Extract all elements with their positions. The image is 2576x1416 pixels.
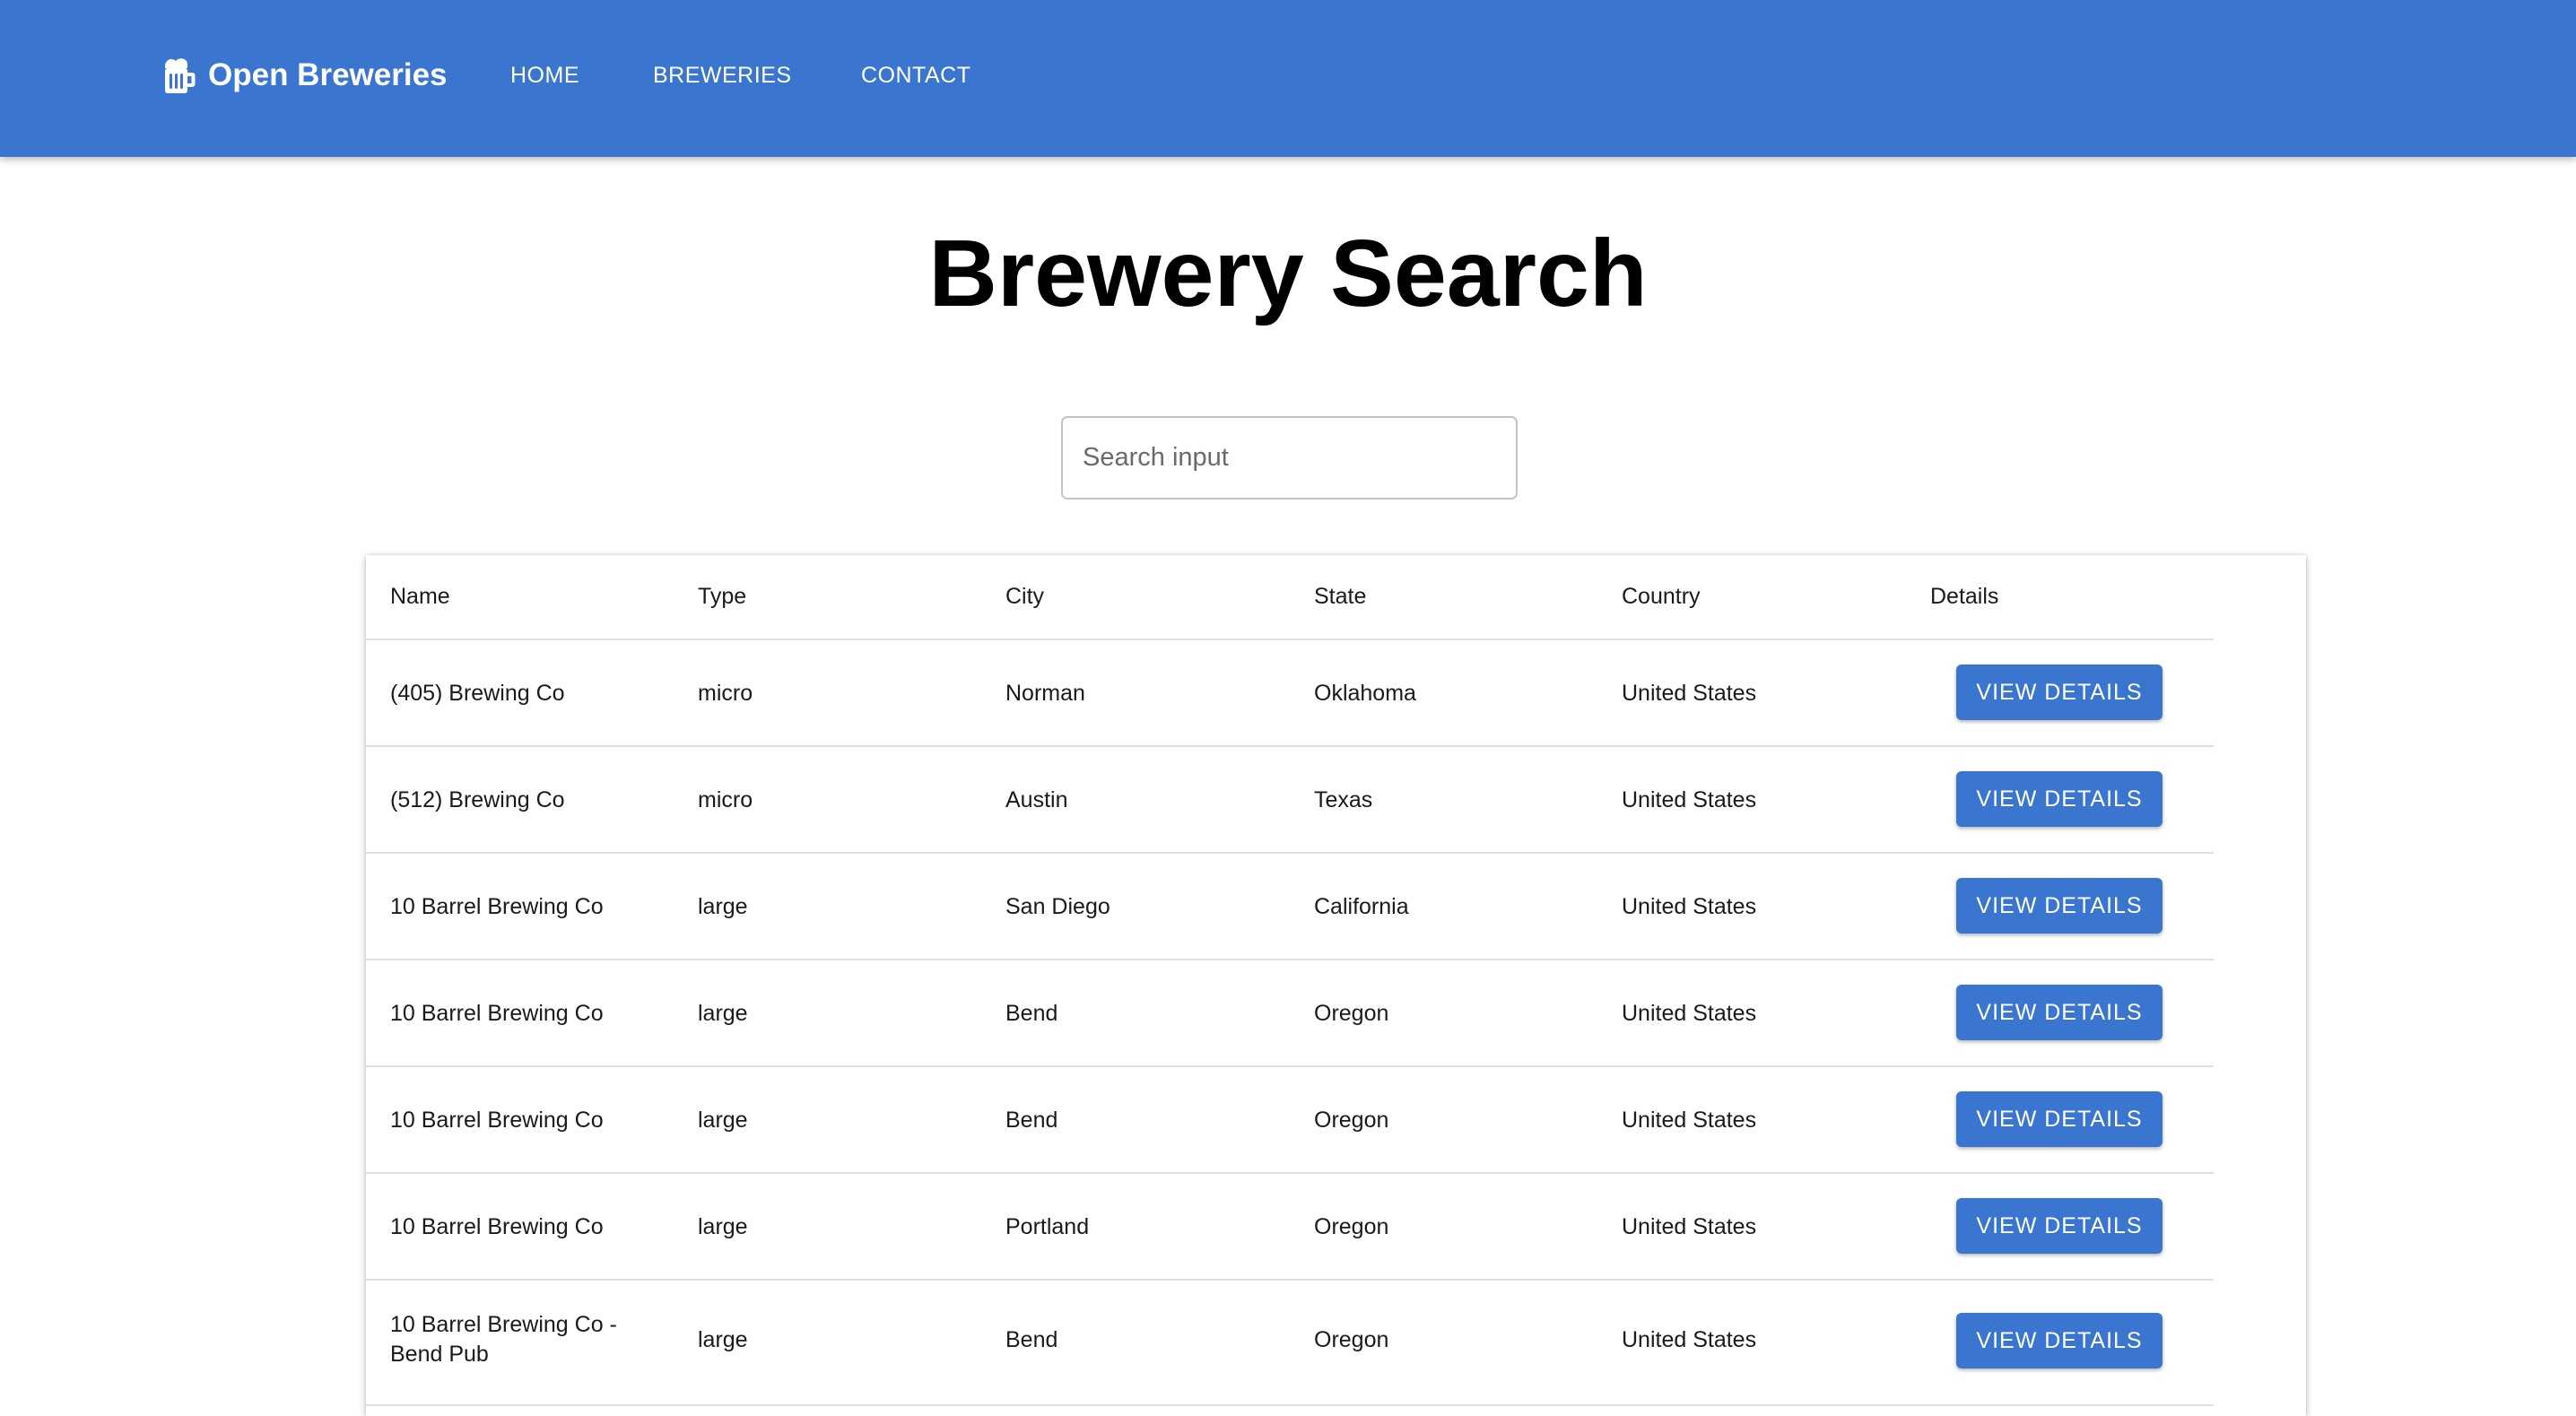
table-row: 10 Barrel Brewing Co large Portland Oreg… [366,1174,2214,1281]
table-row: 10 Barrel Brewing Co large Bend Oregon U… [366,1067,2214,1174]
table-row: (512) Brewing Co micro Austin Texas Unit… [366,747,2214,854]
table-header-row: Name Type City State Country Details [366,555,2214,640]
cell-name: 10 Barrel Brewing Co - Bend Pub [390,1312,617,1367]
view-details-button[interactable]: VIEW DETAILS [1956,1091,2163,1147]
table-row: 10 Barrel Brewing Co large Bend Oregon U… [366,960,2214,1067]
cell-name: 10 Barrel Brewing Co [390,1108,604,1133]
header-state: State [1314,584,1367,609]
cell-name: 10 Barrel Brewing Co [390,1214,604,1239]
breweries-table: Name Type City State Country Details (40… [366,555,2306,1416]
view-details-button[interactable]: VIEW DETAILS [1956,665,2163,720]
nav-breweries[interactable]: BREWERIES [653,62,792,89]
cell-state: Oklahoma [1314,681,1416,706]
cell-country: United States [1622,1214,1757,1239]
cell-name: 10 Barrel Brewing Co [390,894,604,919]
view-details-button[interactable]: VIEW DETAILS [1956,878,2163,934]
cell-type: large [698,1108,748,1133]
cell-city: Portland [1005,1214,1090,1239]
view-details-button[interactable]: VIEW DETAILS [1956,1198,2163,1254]
cell-city: Bend [1005,1108,1058,1133]
cell-type: large [698,894,748,919]
cell-city: Austin [1005,787,1068,812]
brand-name: Open Breweries [208,57,448,92]
table-row: (405) Brewing Co micro Norman Oklahoma U… [366,640,2214,747]
app-bar: Open Breweries HOME BREWERIES CONTACT [0,0,2576,157]
beer-mug-icon [165,58,196,93]
cell-country: United States [1622,894,1757,919]
cell-state: Oregon [1314,1214,1389,1239]
header-country: Country [1622,584,1701,609]
cell-name: (512) Brewing Co [390,787,565,812]
cell-country: United States [1622,681,1757,706]
search-input[interactable] [1061,416,1518,500]
cell-state: Oregon [1314,1001,1389,1026]
view-details-button[interactable]: VIEW DETAILS [1956,1313,2163,1368]
cell-city: Bend [1005,1327,1058,1352]
cell-country: United States [1622,1327,1757,1352]
cell-city: Norman [1005,681,1085,706]
page-title: Brewery Search [928,221,1648,326]
nav-home[interactable]: HOME [510,62,579,89]
nav-contact[interactable]: CONTACT [861,62,970,89]
cell-country: United States [1622,1001,1757,1026]
view-details-button[interactable]: VIEW DETAILS [1956,985,2163,1040]
cell-country: United States [1622,787,1757,812]
cell-type: large [698,1001,748,1026]
header-name: Name [390,584,450,609]
header-city: City [1005,584,1045,609]
table-row: 10 Barrel Brewing Co - Bend Pub large Be… [366,1281,2214,1406]
cell-type: large [698,1327,748,1352]
cell-state: Oregon [1314,1108,1389,1133]
cell-city: Bend [1005,1001,1058,1026]
cell-state: Oregon [1314,1327,1389,1352]
cell-name: 10 Barrel Brewing Co [390,1001,604,1026]
cell-name: (405) Brewing Co [390,681,565,706]
view-details-button[interactable]: VIEW DETAILS [1956,771,2163,827]
cell-type: micro [698,787,753,812]
cell-city: San Diego [1005,894,1110,919]
cell-country: United States [1622,1108,1757,1133]
table-row: 10 Barrel Brewing Co large San Diego Cal… [366,854,2214,960]
cell-type: large [698,1214,748,1239]
cell-state: Texas [1314,787,1373,812]
header-details: Details [1930,584,1999,609]
header-type: Type [698,584,747,609]
brand-link[interactable]: Open Breweries [160,56,448,95]
cell-type: micro [698,681,753,706]
cell-state: California [1314,894,1409,919]
